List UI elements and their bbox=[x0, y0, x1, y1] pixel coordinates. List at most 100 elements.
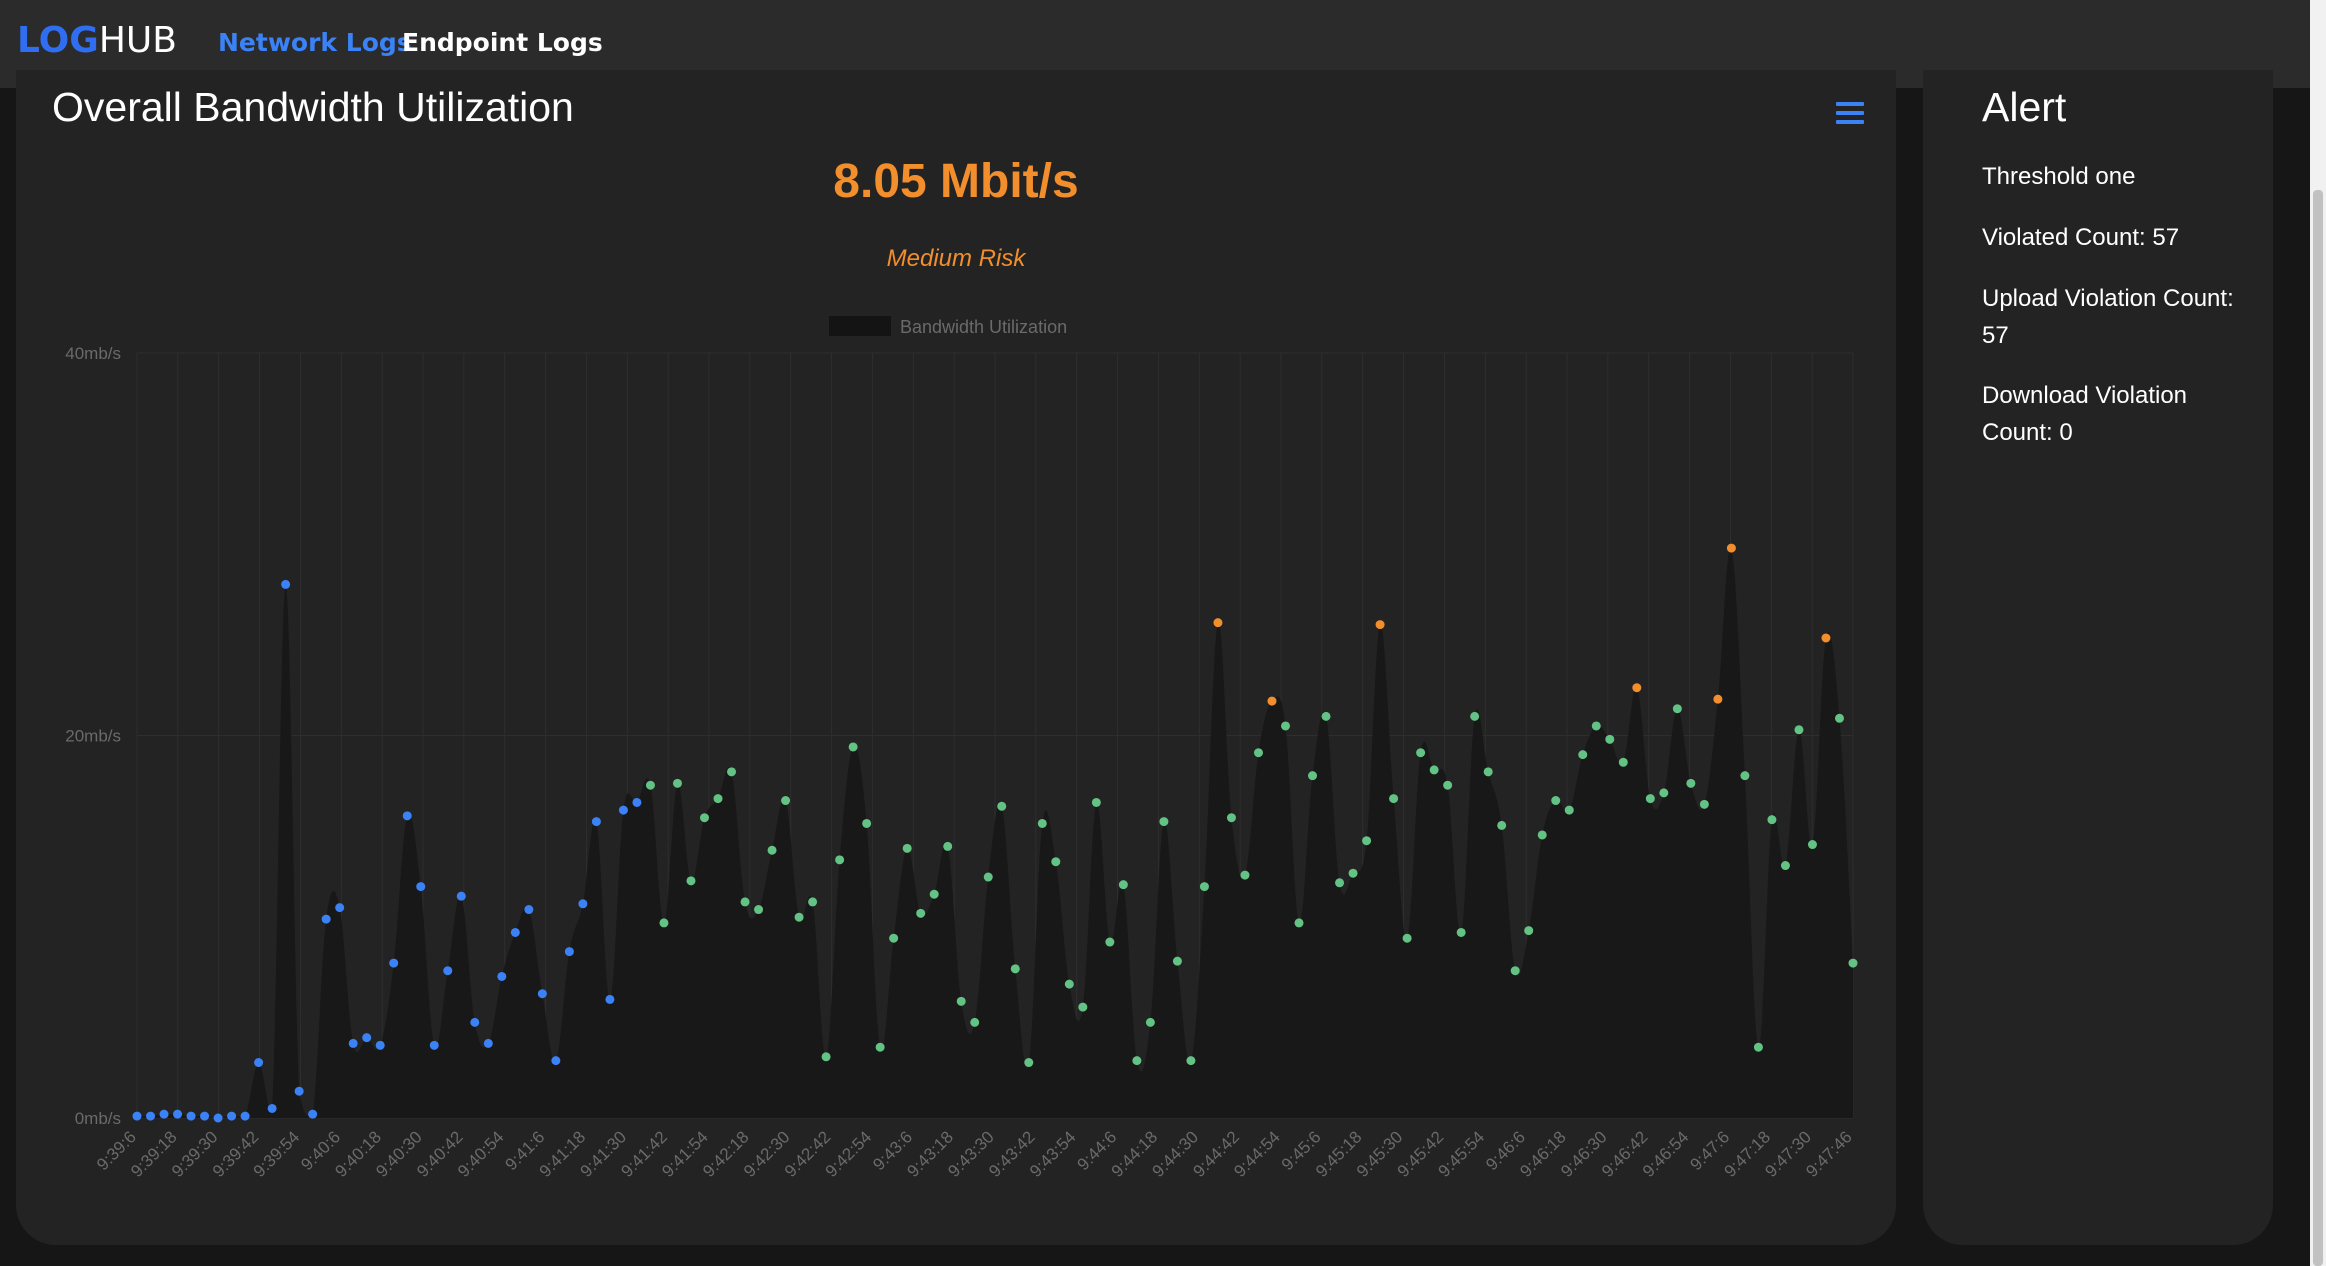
data-point[interactable] bbox=[1091, 797, 1101, 807]
data-point[interactable] bbox=[1794, 725, 1804, 735]
data-point[interactable] bbox=[1645, 794, 1655, 804]
data-point[interactable] bbox=[1321, 711, 1331, 721]
data-point[interactable] bbox=[1024, 1058, 1034, 1068]
data-point[interactable] bbox=[1348, 868, 1358, 878]
data-point[interactable] bbox=[1375, 620, 1385, 630]
data-point[interactable] bbox=[1470, 711, 1480, 721]
data-point[interactable] bbox=[1105, 937, 1115, 947]
data-point[interactable] bbox=[659, 918, 669, 928]
data-point[interactable] bbox=[1051, 857, 1061, 867]
data-point[interactable] bbox=[740, 897, 750, 907]
data-point[interactable] bbox=[929, 889, 939, 899]
data-point[interactable] bbox=[1172, 956, 1182, 966]
data-point[interactable] bbox=[848, 742, 858, 752]
data-point[interactable] bbox=[1240, 870, 1250, 880]
data-point[interactable] bbox=[970, 1017, 980, 1027]
data-point[interactable] bbox=[281, 579, 291, 589]
data-point[interactable] bbox=[808, 897, 818, 907]
data-point[interactable] bbox=[1510, 966, 1520, 976]
nav-endpoint-logs[interactable]: Endpoint Logs bbox=[402, 28, 603, 57]
loghub-logo[interactable]: LOGHUB bbox=[17, 20, 177, 61]
data-point[interactable] bbox=[321, 914, 331, 924]
data-point[interactable] bbox=[1591, 721, 1601, 731]
data-point[interactable] bbox=[1429, 765, 1439, 775]
data-point[interactable] bbox=[308, 1109, 318, 1119]
data-point[interactable] bbox=[402, 811, 412, 821]
data-point[interactable] bbox=[254, 1058, 264, 1068]
data-point[interactable] bbox=[132, 1111, 142, 1121]
data-point[interactable] bbox=[1132, 1056, 1142, 1066]
data-point[interactable] bbox=[1199, 882, 1209, 892]
data-point[interactable] bbox=[1659, 788, 1669, 798]
data-point[interactable] bbox=[1064, 979, 1074, 989]
data-point[interactable] bbox=[159, 1109, 169, 1119]
data-point[interactable] bbox=[240, 1111, 250, 1121]
data-point[interactable] bbox=[335, 903, 345, 913]
data-point[interactable] bbox=[1456, 927, 1466, 937]
data-point[interactable] bbox=[1267, 696, 1277, 706]
data-point[interactable] bbox=[983, 872, 993, 882]
data-point[interactable] bbox=[348, 1038, 358, 1048]
data-point[interactable] bbox=[200, 1111, 210, 1121]
data-point[interactable] bbox=[1848, 958, 1858, 968]
data-point[interactable] bbox=[794, 912, 804, 922]
data-point[interactable] bbox=[632, 797, 642, 807]
data-point[interactable] bbox=[1308, 771, 1318, 781]
data-point[interactable] bbox=[362, 1033, 372, 1043]
data-point[interactable] bbox=[605, 994, 615, 1004]
data-point[interactable] bbox=[1389, 794, 1399, 804]
data-point[interactable] bbox=[1335, 878, 1345, 888]
data-point[interactable] bbox=[1713, 694, 1723, 704]
data-point[interactable] bbox=[146, 1111, 156, 1121]
data-point[interactable] bbox=[1037, 818, 1047, 828]
data-point[interactable] bbox=[956, 996, 966, 1006]
data-point[interactable] bbox=[713, 794, 723, 804]
data-point[interactable] bbox=[564, 947, 574, 957]
data-point[interactable] bbox=[1402, 933, 1412, 943]
data-point[interactable] bbox=[1497, 820, 1507, 830]
data-point[interactable] bbox=[1537, 830, 1547, 840]
data-point[interactable] bbox=[443, 966, 453, 976]
data-point[interactable] bbox=[1767, 815, 1777, 825]
data-point[interactable] bbox=[1672, 704, 1682, 714]
data-point[interactable] bbox=[727, 767, 737, 777]
data-point[interactable] bbox=[672, 778, 682, 788]
data-point[interactable] bbox=[1524, 926, 1534, 936]
data-point[interactable] bbox=[213, 1113, 223, 1123]
data-point[interactable] bbox=[1281, 721, 1291, 731]
data-point[interactable] bbox=[578, 899, 588, 909]
data-point[interactable] bbox=[618, 805, 628, 815]
data-point[interactable] bbox=[1726, 543, 1736, 553]
data-point[interactable] bbox=[767, 845, 777, 855]
data-point[interactable] bbox=[1226, 813, 1236, 823]
data-point[interactable] bbox=[1578, 750, 1588, 760]
data-point[interactable] bbox=[416, 882, 426, 892]
data-point[interactable] bbox=[875, 1042, 885, 1052]
data-point[interactable] bbox=[835, 855, 845, 865]
data-point[interactable] bbox=[456, 891, 466, 901]
data-point[interactable] bbox=[1753, 1042, 1763, 1052]
data-point[interactable] bbox=[781, 796, 791, 806]
data-point[interactable] bbox=[1213, 618, 1223, 628]
data-point[interactable] bbox=[1740, 771, 1750, 781]
data-point[interactable] bbox=[483, 1038, 493, 1048]
page-scrollbar-thumb[interactable] bbox=[2313, 190, 2323, 1266]
data-point[interactable] bbox=[997, 801, 1007, 811]
data-point[interactable] bbox=[294, 1086, 304, 1096]
data-point[interactable] bbox=[1078, 1002, 1088, 1012]
data-point[interactable] bbox=[510, 927, 520, 937]
data-point[interactable] bbox=[1253, 748, 1263, 758]
data-point[interactable] bbox=[1118, 880, 1128, 890]
data-point[interactable] bbox=[821, 1052, 831, 1062]
data-point[interactable] bbox=[267, 1103, 277, 1113]
data-point[interactable] bbox=[1632, 683, 1642, 693]
data-point[interactable] bbox=[591, 817, 601, 827]
data-point[interactable] bbox=[497, 971, 507, 981]
data-point[interactable] bbox=[1605, 734, 1615, 744]
data-point[interactable] bbox=[645, 780, 655, 790]
data-point[interactable] bbox=[1294, 918, 1304, 928]
data-point[interactable] bbox=[227, 1111, 237, 1121]
data-point[interactable] bbox=[1443, 780, 1453, 790]
data-point[interactable] bbox=[551, 1056, 561, 1066]
data-point[interactable] bbox=[1564, 805, 1574, 815]
